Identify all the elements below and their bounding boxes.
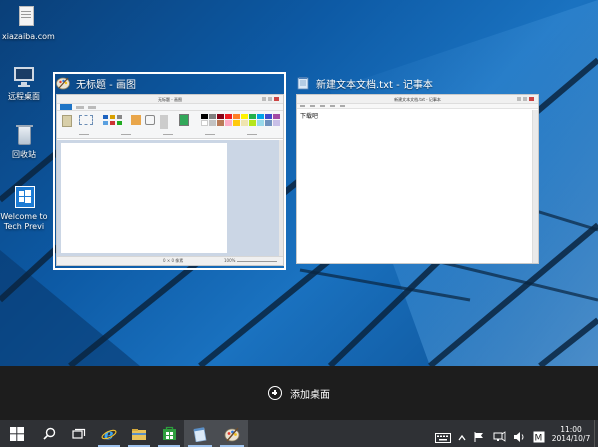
recycle-bin-icon	[10, 122, 38, 148]
system-tray: M 11:00 2014/10/7	[432, 420, 598, 447]
inner-window-title: 新建文本文档.txt - 记事本	[394, 97, 441, 102]
notepad-thumbnail: 新建文本文档.txt - 记事本 下载吧	[296, 94, 539, 264]
keyboard-icon[interactable]	[435, 428, 451, 443]
svg-text:e: e	[104, 426, 114, 442]
desktop-icon-xiazaiba[interactable]: xiazaiba.com	[2, 4, 55, 42]
desktop-icon-label: xiazaiba.com	[2, 32, 55, 41]
plus-circle-icon	[268, 386, 282, 400]
flag-icon[interactable]	[473, 428, 487, 442]
window-caption: 无标题 - 画图	[56, 72, 284, 94]
task-view-bar: 添加桌面	[0, 366, 598, 420]
network-icon[interactable]	[493, 428, 507, 442]
add-desktop-label: 添加桌面	[290, 389, 330, 401]
windows-logo-icon	[10, 184, 38, 210]
file-explorer-button[interactable]	[124, 420, 154, 447]
task-view-window-notepad[interactable]: 新建文本文档.txt - 记事本 新建文本文档.txt - 记事本 下载吧	[296, 72, 539, 264]
windows-start-icon	[10, 426, 24, 441]
desktop-icon-recycle-bin[interactable]: 回收站	[0, 122, 48, 160]
notepad-text-area: 下载吧	[297, 110, 534, 263]
store-button[interactable]	[154, 420, 184, 447]
inner-window-title: 无标题 - 画图	[158, 97, 182, 102]
desktop-icon-welcome[interactable]: Welcome to Tech Previ	[0, 184, 48, 232]
desktop-icon-label: Welcome to Tech Previ	[0, 212, 48, 231]
window-caption: 新建文本文档.txt - 记事本	[296, 72, 539, 94]
document-icon	[12, 4, 40, 30]
notepad-button[interactable]	[184, 420, 216, 447]
paint-thumbnail: 无标题 - 画图 0 × 0 像素 100%	[56, 94, 284, 266]
notepad-icon	[296, 76, 310, 90]
task-view-window-paint[interactable]: 无标题 - 画图 无标题 - 画图 0 × 0 像素 100%	[56, 72, 284, 266]
task-view-button[interactable]	[64, 420, 94, 447]
show-desktop-button[interactable]	[594, 420, 598, 447]
taskbar-clock[interactable]: 11:00 2014/10/7	[548, 425, 594, 443]
clock-date: 2014/10/7	[551, 433, 591, 443]
start-button[interactable]	[0, 420, 34, 447]
paint-icon	[224, 427, 240, 441]
paint-status-text: 0 × 0 像素	[163, 258, 184, 263]
notepad-content: 下载吧	[300, 113, 319, 120]
ime-icon[interactable]: M	[533, 428, 545, 443]
paint-button[interactable]	[216, 420, 248, 447]
folder-icon	[132, 428, 146, 440]
paint-zoom-text: 100%	[224, 258, 236, 263]
store-icon	[162, 426, 176, 440]
internet-explorer-icon: e	[101, 426, 117, 442]
desktop-icon-label: 回收站	[12, 150, 36, 159]
paint-icon	[56, 76, 70, 90]
chevron-up-icon[interactable]	[457, 428, 467, 440]
clock-time: 11:00	[560, 424, 582, 434]
window-title: 新建文本文档.txt - 记事本	[316, 79, 433, 91]
desktop-icon-label: 远程桌面	[8, 92, 40, 101]
desktop-icon-remote-desktop[interactable]: 远程桌面	[0, 64, 48, 102]
task-view-icon	[72, 428, 86, 439]
paint-canvas	[61, 143, 227, 253]
window-title: 无标题 - 画图	[76, 79, 136, 91]
volume-icon[interactable]	[513, 428, 527, 442]
notepad-icon	[193, 426, 207, 442]
internet-explorer-button[interactable]: e	[94, 420, 124, 447]
search-icon	[42, 427, 55, 440]
remote-desktop-icon	[10, 64, 38, 90]
add-desktop-button[interactable]: 添加桌面	[268, 386, 330, 401]
taskbar: e M 11:00 2014/10/7	[0, 420, 598, 447]
svg-text:M: M	[535, 433, 543, 443]
search-button[interactable]	[34, 420, 64, 447]
